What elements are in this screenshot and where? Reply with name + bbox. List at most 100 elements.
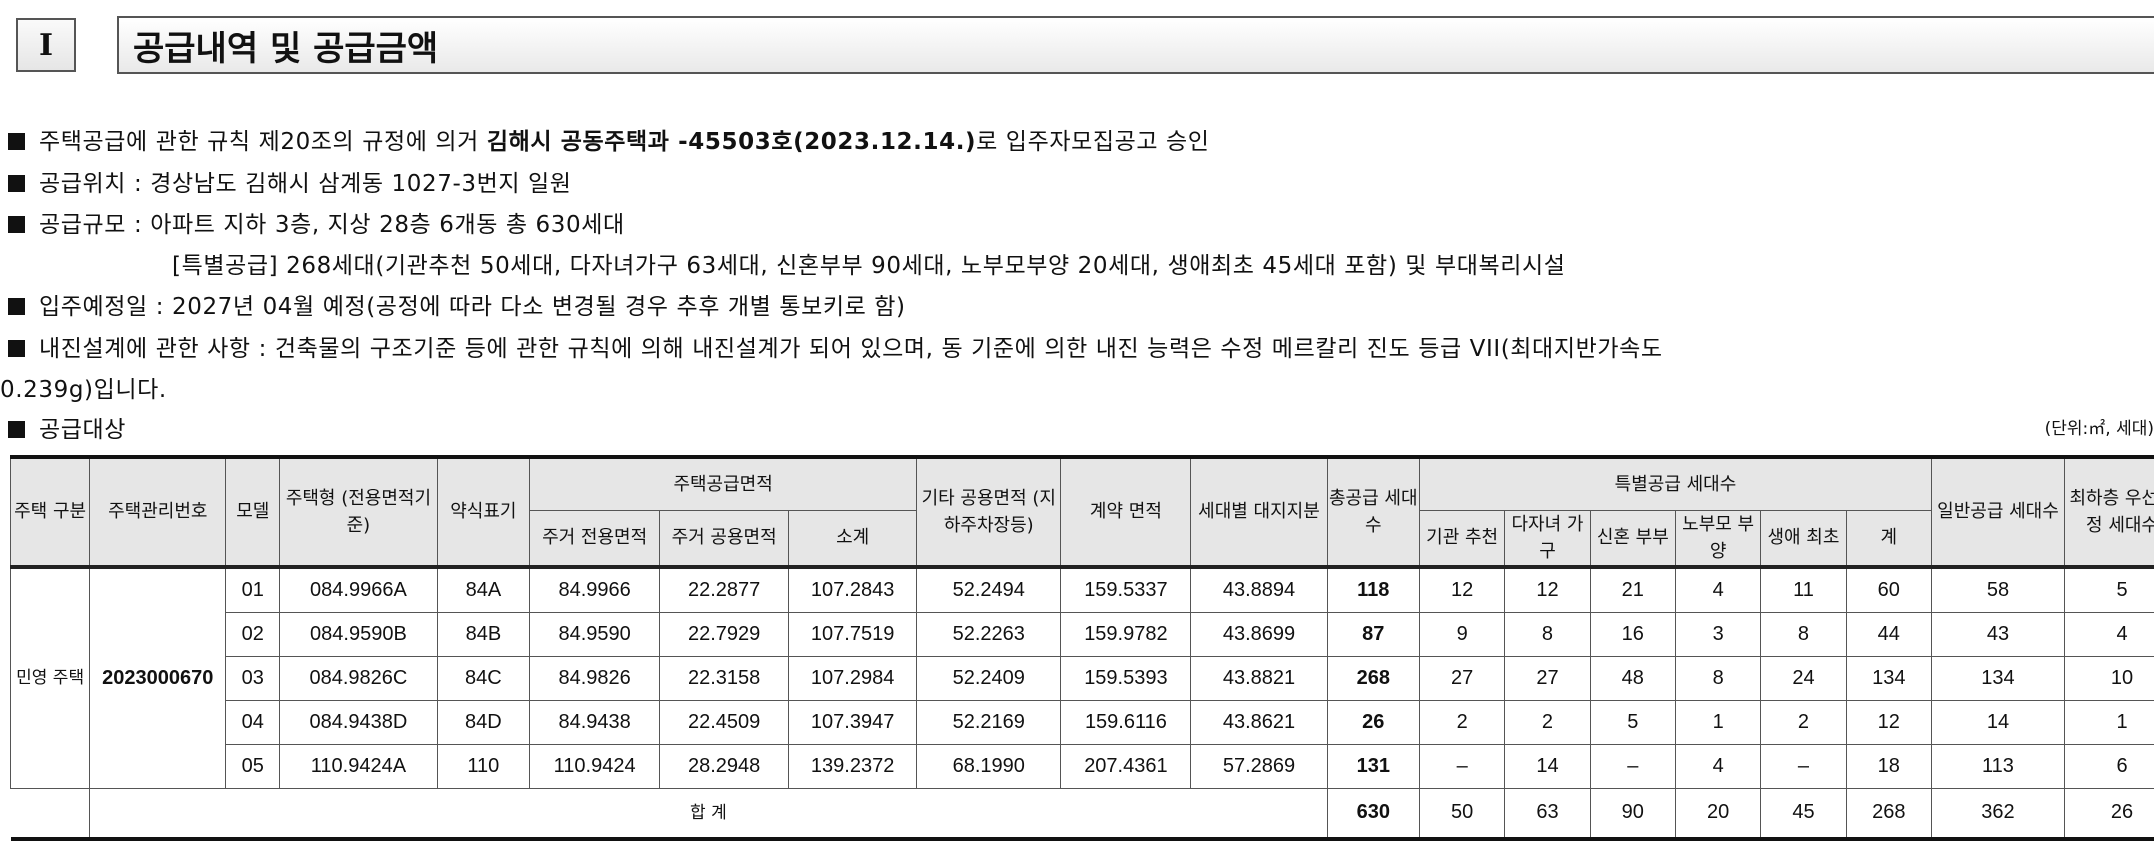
type-cell: 110.9424A — [279, 743, 438, 789]
header-common: 주거 공용면적 — [659, 509, 790, 569]
elder-cell: 4 — [1674, 743, 1762, 789]
header-institution: 기관 추천 — [1418, 509, 1506, 569]
table-row: 02 084.9590B 84B 84.9590 22.7929 107.751… — [11, 611, 2154, 657]
exclusive-cell: 84.9590 — [529, 611, 661, 657]
model-cell: 01 — [225, 566, 281, 613]
header-total-supply: 총공급 세대수 — [1326, 456, 1420, 569]
target-line: 공급대상 — [8, 410, 126, 444]
newly-cell: 21 — [1589, 566, 1676, 613]
square-bullet-icon — [8, 133, 25, 150]
contract-cell: 207.4361 — [1060, 743, 1192, 789]
abbr-cell: 84A — [436, 566, 531, 613]
type-cell: 084.9826C — [279, 655, 438, 701]
contract-cell: 159.5393 — [1060, 655, 1192, 701]
header-subtotal: 소계 — [788, 509, 918, 569]
common-cell: 22.2877 — [659, 566, 790, 613]
square-bullet-icon — [8, 175, 25, 192]
general-cell: 362 — [1930, 787, 2066, 839]
header-house-type: 주택형 (전용면적기준) — [279, 456, 438, 569]
move-in-line: 입주예정일 : 2027년 04월 예정(공정에 따라 다소 변경될 경우 추후… — [8, 287, 906, 321]
multi-cell: 27 — [1504, 655, 1591, 701]
subtotal-cell: 107.2984 — [788, 655, 918, 701]
other-cell: 52.2409 — [916, 655, 1062, 701]
approval-text-bold: 김해시 공동주택과 -45503호(2023.12.14.) — [486, 129, 977, 155]
approval-text-pre: 주택공급에 관한 규칙 제20조의 규정에 의거 — [39, 129, 487, 155]
model-cell: 04 — [225, 699, 281, 745]
header-other-common: 기타 공용면적 (지하주차장등) — [916, 456, 1062, 569]
general-cell: 58 — [1930, 566, 2066, 613]
model-cell: 03 — [225, 655, 281, 701]
total-label: 합 계 — [89, 787, 1328, 839]
other-cell: 52.2494 — [916, 566, 1062, 613]
seismic-line-2: 0.239g)입니다. — [0, 370, 167, 404]
section-number: I — [16, 18, 76, 72]
elder-cell: 8 — [1674, 655, 1762, 701]
table-row: 03 084.9826C 84C 84.9826 22.3158 107.298… — [11, 655, 2154, 701]
multi-cell: 63 — [1504, 787, 1591, 839]
header-special-total: 계 — [1845, 509, 1932, 569]
low-cell: 6 — [2064, 743, 2154, 789]
newly-cell: 5 — [1589, 699, 1676, 745]
first-cell: 11 — [1760, 566, 1847, 613]
low-cell: 1 — [2064, 699, 2154, 745]
general-cell: 43 — [1930, 611, 2066, 657]
land-cell: 43.8894 — [1190, 566, 1328, 613]
scale-line: 공급규모 : 아파트 지하 3층, 지상 28층 6개동 총 630세대 — [8, 205, 625, 239]
unit-label: (단위:㎡, 세대) — [2044, 419, 2154, 439]
subtotal-cell: 139.2372 — [788, 743, 918, 789]
inst-cell: 9 — [1418, 611, 1506, 657]
approval-text-post: 로 입주자모집공고 승인 — [976, 129, 1210, 155]
first-cell: 2 — [1760, 699, 1847, 745]
header-mgmt-no: 주택관리번호 — [89, 456, 227, 569]
elder-cell: 4 — [1674, 566, 1762, 613]
inst-cell: – — [1418, 743, 1506, 789]
header-exclusive: 주거 전용면적 — [529, 509, 661, 569]
subtotal-cell: 107.3947 — [788, 699, 918, 745]
land-cell: 43.8621 — [1190, 699, 1328, 745]
elder-cell: 20 — [1674, 787, 1762, 839]
type-cell: 084.9590B — [279, 611, 438, 657]
common-cell: 22.4509 — [659, 699, 790, 745]
seismic-line: 내진설계에 관한 사항 : 건축물의 구조기준 등에 관한 규칙에 의해 내진설… — [8, 329, 1663, 363]
scale-detail-line: [특별공급] 268세대(기관추천 50세대, 다자녀가구 63세대, 신혼부부… — [172, 246, 1566, 280]
header-newlywed: 신혼 부부 — [1589, 509, 1676, 569]
inst-cell: 27 — [1418, 655, 1506, 701]
general-cell: 113 — [1930, 743, 2066, 789]
abbr-cell: 84C — [436, 655, 531, 701]
sp-total-cell: 60 — [1845, 566, 1932, 613]
target-text: 공급대상 — [39, 417, 127, 443]
common-cell: 22.7929 — [659, 611, 790, 657]
newly-cell: 90 — [1589, 787, 1676, 839]
model-cell: 02 — [225, 611, 281, 657]
first-cell: – — [1760, 743, 1847, 789]
other-cell: 52.2169 — [916, 699, 1062, 745]
subtotal-cell: 107.2843 — [788, 566, 918, 613]
square-bullet-icon — [8, 298, 25, 315]
header-housing-type: 주택 구분 — [9, 456, 91, 569]
exclusive-cell: 84.9966 — [529, 566, 661, 613]
header-general: 일반공급 세대수 — [1930, 456, 2066, 569]
multi-cell: 14 — [1504, 743, 1591, 789]
total-cell: 268 — [1326, 655, 1420, 701]
table-row: 민영 주택 2023000670 01 084.9966A 84A 84.996… — [9, 566, 2154, 789]
general-cell: 134 — [1930, 655, 2066, 701]
square-bullet-icon — [8, 421, 25, 438]
low-cell: 5 — [2064, 566, 2154, 613]
sp-total-cell: 268 — [1845, 787, 1932, 839]
land-cell: 43.8699 — [1190, 611, 1328, 657]
first-cell: 8 — [1760, 611, 1847, 657]
move-in-text: 입주예정일 : 2027년 04월 예정(공정에 따라 다소 변경될 경우 추후… — [39, 294, 906, 320]
table-row: 05 110.9424A 110 110.9424 28.2948 139.23… — [11, 743, 2154, 789]
low-cell: 26 — [2064, 787, 2154, 839]
total-cell: 630 — [1326, 787, 1420, 839]
header-first-time: 생애 최초 — [1760, 509, 1847, 569]
common-cell: 28.2948 — [659, 743, 790, 789]
header-top-floor: 최하층 우선배정 세대수 — [2064, 456, 2154, 569]
abbr-cell: 84D — [436, 699, 531, 745]
header-abbr: 약식표기 — [436, 456, 531, 569]
exclusive-cell: 110.9424 — [529, 743, 661, 789]
abbr-cell: 110 — [436, 743, 531, 789]
location-text: 공급위치 : 경상남도 김해시 삼계동 1027-3번지 일원 — [39, 171, 572, 197]
mgmt-no-cell: 2023000670 — [89, 566, 227, 789]
common-cell: 22.3158 — [659, 655, 790, 701]
